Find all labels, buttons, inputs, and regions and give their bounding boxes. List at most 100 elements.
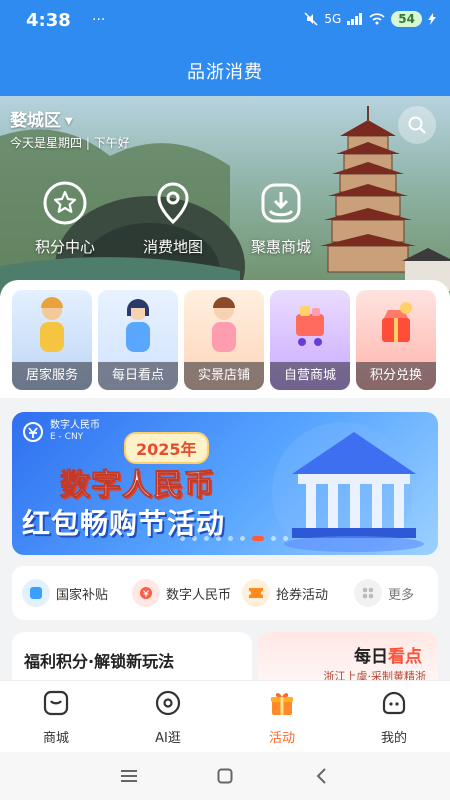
category-label: 自营商城 xyxy=(270,362,350,390)
square-home-icon xyxy=(217,768,233,784)
ecny-icon xyxy=(132,579,160,607)
bottom-tab-bar: 商城 AI逛 活动 我的 xyxy=(0,680,450,752)
daily-highlights-title-b: 看点 xyxy=(388,647,422,667)
recent-apps-button[interactable] xyxy=(114,762,144,790)
status-time: 4:38 xyxy=(26,10,71,31)
quick-link-ecny[interactable]: 数字人民币 xyxy=(132,578,231,608)
carousel-indicator[interactable] xyxy=(180,536,288,541)
mall-smile-icon xyxy=(43,690,69,716)
ecny-icon xyxy=(23,421,43,442)
tab-label: AI逛 xyxy=(155,731,181,746)
back-chevron-icon xyxy=(316,768,326,784)
top-bar: 4:38 ··· 5G 54 品浙消费 xyxy=(0,0,450,96)
carousel-dot[interactable] xyxy=(252,536,264,541)
system-navigation-bar xyxy=(0,752,450,800)
category-self-operated-mall[interactable]: 自营商城 xyxy=(270,290,350,390)
hero-banner: 婺城区 ▼ 今天是星期四 | 下午好 积分中心 消费地图 聚惠商城 xyxy=(0,96,450,296)
mall-button[interactable]: 聚惠商城 xyxy=(226,180,336,257)
category-label: 实景店铺 xyxy=(184,362,264,390)
search-button[interactable] xyxy=(398,106,436,144)
category-home-service[interactable]: 居家服务 xyxy=(12,290,92,390)
category-label: 积分兑换 xyxy=(356,362,436,390)
more-grid-icon xyxy=(354,579,382,607)
tab-activity[interactable]: 活动 xyxy=(226,689,338,746)
page-title: 品浙消费 xyxy=(187,62,263,83)
daily-highlights-card[interactable]: 每日看点 浙江上虞·采制黄精浙 xyxy=(258,632,438,683)
category-points-exchange[interactable]: 积分兑换 xyxy=(356,290,436,390)
category-label: 居家服务 xyxy=(12,362,92,390)
ecny-chinese-name: 数字人民币 xyxy=(50,420,100,431)
quick-link-label: 数字人民币 xyxy=(166,587,232,603)
quick-link-national-subsidy[interactable]: 国家补贴 xyxy=(22,578,108,608)
quick-link-label: 更多 xyxy=(388,587,415,603)
back-button[interactable] xyxy=(306,762,336,790)
signal-icon xyxy=(347,13,363,25)
menu-lines-icon xyxy=(121,770,137,782)
star-badge-icon xyxy=(43,181,87,225)
download-bag-icon xyxy=(261,183,301,223)
carousel-dot[interactable] xyxy=(192,536,197,541)
tab-label: 我的 xyxy=(380,731,407,746)
consumption-map-label: 消费地图 xyxy=(142,238,203,256)
category-daily-highlights[interactable]: 每日看点 xyxy=(98,290,178,390)
search-icon xyxy=(408,116,426,134)
ecny-english-name: E - CNY xyxy=(50,432,84,442)
greeting-text: 今天是星期四 | 下午好 xyxy=(10,136,130,150)
tab-label: 活动 xyxy=(268,731,295,746)
carousel-dot[interactable] xyxy=(271,536,276,541)
target-icon xyxy=(155,690,181,716)
profile-face-icon xyxy=(382,691,406,715)
coupon-icon xyxy=(242,579,270,607)
battery-level: 54 xyxy=(391,11,422,27)
quick-link-more[interactable]: 更多 xyxy=(354,578,414,608)
daily-highlights-title: 每日看点 xyxy=(354,642,422,667)
gift-coin-icon xyxy=(382,302,412,342)
mute-icon xyxy=(304,12,318,26)
carousel-dot[interactable] xyxy=(180,536,185,541)
gift-box-icon xyxy=(271,693,293,715)
cartoon-figure-icon xyxy=(40,297,64,352)
chevron-down-icon: ▼ xyxy=(65,115,73,127)
welfare-points-card[interactable]: 福利积分·解锁新玩法 xyxy=(12,632,252,682)
welfare-points-title: 福利积分·解锁新玩法 xyxy=(24,652,175,671)
carousel-dot[interactable] xyxy=(204,536,209,541)
daily-highlights-title-a: 每日 xyxy=(354,647,388,667)
shopping-cart-icon xyxy=(296,306,324,346)
charging-icon xyxy=(428,13,436,25)
points-center-label: 积分中心 xyxy=(34,238,95,256)
quick-links-bar: 国家补贴 数字人民币 抢券活动 更多 xyxy=(12,566,438,620)
subsidy-icon xyxy=(22,579,50,607)
location-name: 婺城区 xyxy=(10,111,61,131)
banner-title-line1: 数字人民币 xyxy=(60,468,215,504)
carousel-dot[interactable] xyxy=(216,536,221,541)
tab-label: 商城 xyxy=(42,731,69,746)
quick-link-coupon-grab[interactable]: 抢券活动 xyxy=(242,578,328,608)
status-bar: 4:38 ··· 5G 54 xyxy=(0,0,450,44)
wifi-icon xyxy=(369,13,385,25)
tab-ai-browse[interactable]: AI逛 xyxy=(112,689,224,746)
mall-label: 聚惠商城 xyxy=(250,238,311,256)
points-center-button[interactable]: 积分中心 xyxy=(10,180,120,257)
status-more-icon: ··· xyxy=(92,12,106,28)
carousel-dot[interactable] xyxy=(228,536,233,541)
ecny-promo-banner[interactable]: 数字人民币 E - CNY 2025年 数字人民币 红包畅购节活动 xyxy=(12,412,438,555)
tab-mall[interactable]: 商城 xyxy=(0,689,112,746)
app-screen: 4:38 ··· 5G 54 品浙消费 婺城区 ▼ 今天是星期四 | 下午好 积… xyxy=(0,0,450,800)
quick-link-label: 抢券活动 xyxy=(276,587,329,603)
cartoon-figure-icon xyxy=(126,299,150,352)
carousel-dot[interactable] xyxy=(283,536,288,541)
status-indicators: 5G 54 xyxy=(304,11,436,27)
category-label: 每日看点 xyxy=(98,362,178,390)
quick-link-label: 国家补贴 xyxy=(56,587,109,603)
home-button[interactable] xyxy=(210,762,240,790)
tab-me[interactable]: 我的 xyxy=(338,689,450,746)
cartoon-figure-icon xyxy=(212,297,236,352)
category-cards: 居家服务 每日看点 实景店铺 自营商城 积分兑换 xyxy=(0,280,450,398)
carousel-dot[interactable] xyxy=(240,536,245,541)
location-selector[interactable]: 婺城区 ▼ xyxy=(10,106,73,131)
consumption-map-button[interactable]: 消费地图 xyxy=(118,180,228,257)
map-pin-icon xyxy=(157,182,189,225)
network-type: 5G xyxy=(324,12,342,26)
category-real-stores[interactable]: 实景店铺 xyxy=(184,290,264,390)
ecny-logo: 数字人民币 E - CNY xyxy=(22,420,100,443)
